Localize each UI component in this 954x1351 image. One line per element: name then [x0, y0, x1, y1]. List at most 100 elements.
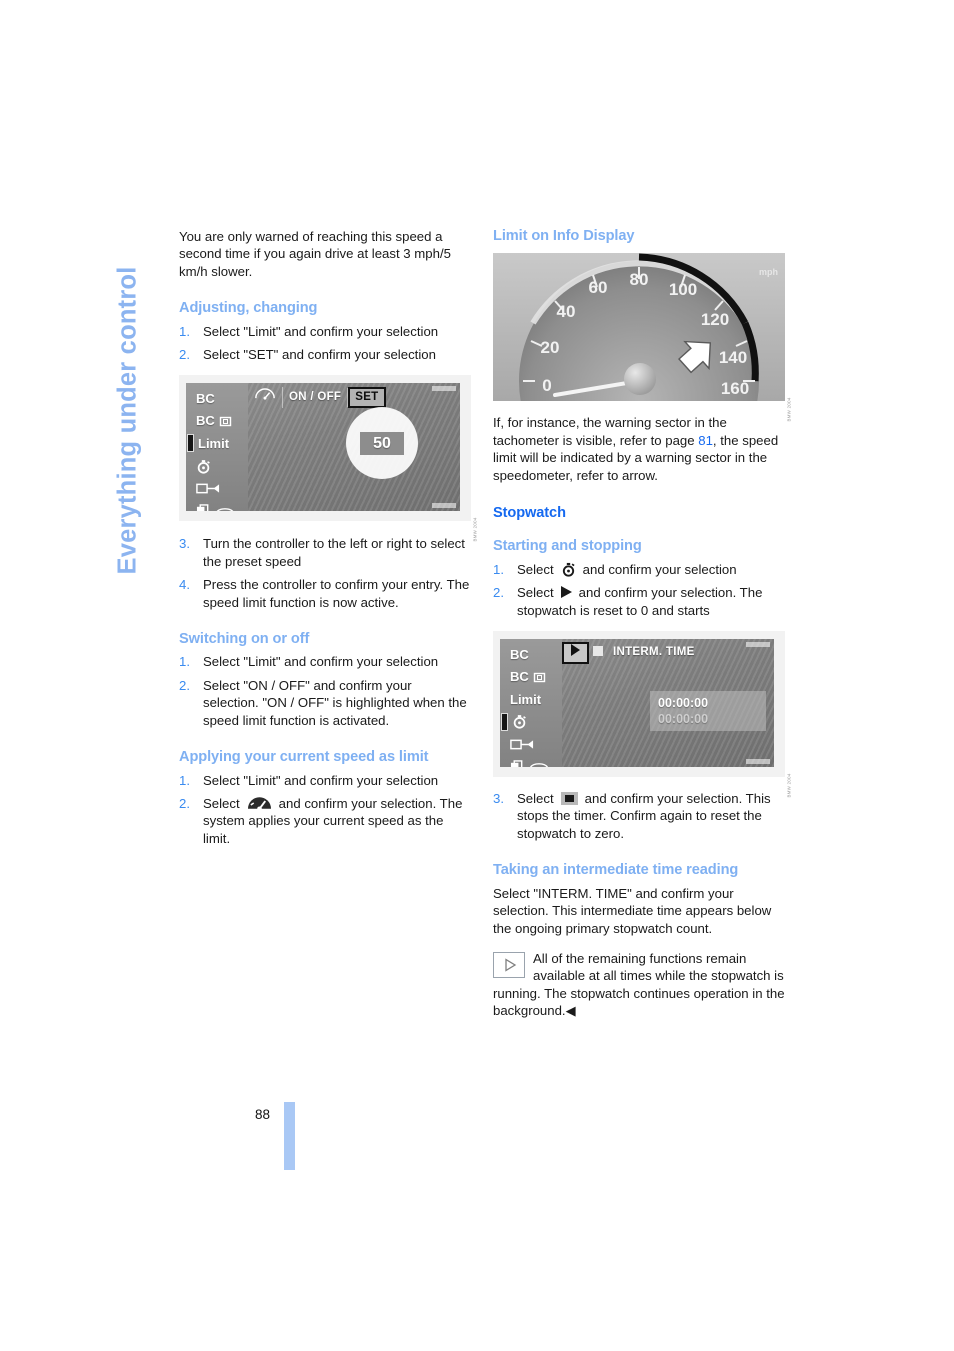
obc-menu-item-trip[interactable] [186, 477, 248, 500]
list-item: 4. Press the controller to confirm your … [179, 576, 471, 611]
note-text: All of the remaining functions remain av… [493, 950, 785, 1019]
obc-menu-sidebar[interactable]: BC BC Limit [186, 383, 248, 512]
figure-caption: BMW 2004 [786, 397, 792, 422]
obc-topbar[interactable]: INTERM. TIME [562, 642, 770, 664]
obc-menu-label: Limit [510, 691, 542, 707]
play-segment[interactable] [562, 642, 589, 664]
play-icon [571, 644, 580, 657]
arrows-icon [510, 739, 534, 750]
heading-starting-and-stopping: Starting and stopping [493, 538, 642, 555]
speedometer-image: 0 20 40 60 80 100 120 140 160 mph [493, 253, 785, 402]
step-text: Select "Limit" and confirm your selectio… [203, 323, 439, 339]
gauge-icon [255, 388, 275, 400]
right-column: Limit on Info Display 0 20 40 60 80 100 … [493, 228, 792, 1020]
figure-speedometer: 0 20 40 60 80 100 120 140 160 mph BMW 20… [493, 253, 792, 422]
obc-menu-sidebar[interactable]: BC BC Limit [500, 639, 562, 768]
car-icon [216, 507, 234, 512]
list-item: 2. Select "SET" and confirm your selecti… [179, 346, 471, 363]
gauge-icon [247, 796, 272, 812]
heading-applying-current-speed: Applying your current speed as limit [179, 749, 429, 766]
speed-value: 50 [360, 431, 404, 456]
svg-text:100: 100 [669, 280, 697, 299]
obc-menu-item-limit[interactable]: Limit [500, 688, 562, 711]
triangle-right-icon [504, 958, 516, 972]
list-item: 1. Select "Limit" and confirm your selec… [179, 653, 471, 670]
svg-text:40: 40 [557, 302, 576, 321]
list-item: 1. Select "Limit" and confirm your selec… [179, 772, 471, 789]
step-text: Select and confirm your selection [517, 561, 785, 578]
obc-menu-item-bc-trip[interactable]: BC [500, 666, 562, 689]
list-item: 2. Select and confirm your selection. The… [493, 584, 785, 619]
stop-icon [593, 646, 603, 657]
obc-menu-item-car[interactable] [186, 500, 248, 512]
page-reference-link[interactable]: 81 [698, 433, 713, 448]
step-text-after: and confirm your selection. The system a… [203, 795, 463, 846]
stopwatch-icon [197, 459, 210, 474]
obc-menu-item-bc[interactable]: BC [500, 643, 562, 666]
figure-limit-set: BC BC Limit ON / OFF SET 50 BMW 2004 [179, 375, 478, 542]
play-icon [560, 586, 572, 599]
obc-menu-item-stopwatch[interactable] [500, 711, 562, 734]
heading-intermediate-time: Taking an intermediate time reading [493, 862, 739, 879]
selection-marker [187, 434, 194, 453]
speedometer-graphic: 0 20 40 60 80 100 120 140 160 mph [493, 253, 785, 402]
note-icon [493, 951, 525, 978]
chapter-tab: Everything under control [110, 230, 150, 580]
step-text-before: Select [517, 561, 554, 577]
obc-menu-label: BC [196, 390, 215, 406]
paragraph-before-ref: If, for instance, the warning sector in … [493, 415, 727, 448]
stopwatch-icon [513, 715, 526, 729]
step-text-before: Select [517, 585, 554, 601]
step-number: 1. [179, 654, 190, 670]
screen-corner-mark [746, 759, 770, 765]
gauge-icon-segment[interactable] [248, 387, 283, 408]
step-text: Select "Limit" and confirm your selectio… [203, 772, 439, 788]
step-number: 4. [179, 577, 190, 593]
obc-display-stopwatch: BC BC Limit INTERM. TIME 00:00:00 00:00:… [493, 631, 785, 778]
figure-caption: BMW 2004 [472, 517, 478, 542]
list-item: 2. Select and confirm your selection. The… [179, 795, 471, 847]
chapter-tab-label: Everything under control [113, 266, 142, 575]
obc-menu-label: BC [196, 413, 215, 429]
steps-adjusting-continued: 3. Turn the controller to the left or ri… [179, 535, 471, 611]
set-segment[interactable]: SET [348, 386, 386, 409]
step-text: Select and confirm your selection. The st… [517, 584, 785, 619]
svg-text:60: 60 [589, 278, 608, 297]
interm-time-segment[interactable]: INTERM. TIME [607, 643, 701, 662]
obc-menu-item-limit[interactable]: Limit [186, 432, 248, 455]
note-text-wrapper: All of the remaining functions remain av… [493, 950, 785, 1020]
obc-menu-item-trip[interactable] [500, 733, 562, 756]
steps-switching: 1. Select "Limit" and confirm your selec… [179, 653, 471, 729]
step-text-after: and confirm your selection [582, 561, 737, 577]
selection-marker [501, 712, 508, 731]
stopwatch-icon [561, 562, 576, 577]
step-text: Select and confirm your selection. This s… [517, 790, 785, 842]
obc-menu-item-bc-trip[interactable]: BC [186, 410, 248, 433]
step-text: Select "SET" and confirm your selection [203, 347, 436, 363]
pages-icon [196, 504, 209, 512]
obc-menu-item-bc[interactable]: BC [186, 387, 248, 410]
obc-menu-label: Limit [198, 435, 230, 451]
obc-topbar[interactable]: ON / OFF SET [248, 386, 456, 409]
step-number: 3. [493, 791, 504, 807]
obc-display-limit: BC BC Limit ON / OFF SET 50 [179, 375, 471, 522]
svg-text:20: 20 [541, 338, 560, 357]
heading-stopwatch: Stopwatch [493, 505, 566, 522]
arrows-icon [196, 483, 220, 494]
step-text: Press the controller to confirm your ent… [203, 577, 470, 610]
on-off-segment[interactable]: ON / OFF [283, 387, 349, 408]
obc-menu-item-stopwatch[interactable] [186, 455, 248, 478]
step-number: 2. [179, 795, 190, 811]
stopwatch-readout: 00:00:00 00:00:00 [650, 691, 766, 732]
list-item: 1. Select and confirm your selection [493, 561, 785, 578]
step-text: Turn the controller to the left or right… [203, 536, 465, 569]
obc-menu-label: BC [510, 669, 529, 685]
page-number: 88 [255, 1107, 271, 1122]
step-number: 1. [493, 561, 504, 577]
page-edge-bar [284, 1102, 295, 1170]
obc-menu-item-car[interactable] [500, 756, 562, 768]
figure-caption: BMW 2004 [786, 773, 792, 798]
svg-text:80: 80 [630, 270, 649, 289]
stop-segment[interactable] [589, 643, 607, 662]
heading-switching-on-or-off: Switching on or off [179, 631, 310, 648]
